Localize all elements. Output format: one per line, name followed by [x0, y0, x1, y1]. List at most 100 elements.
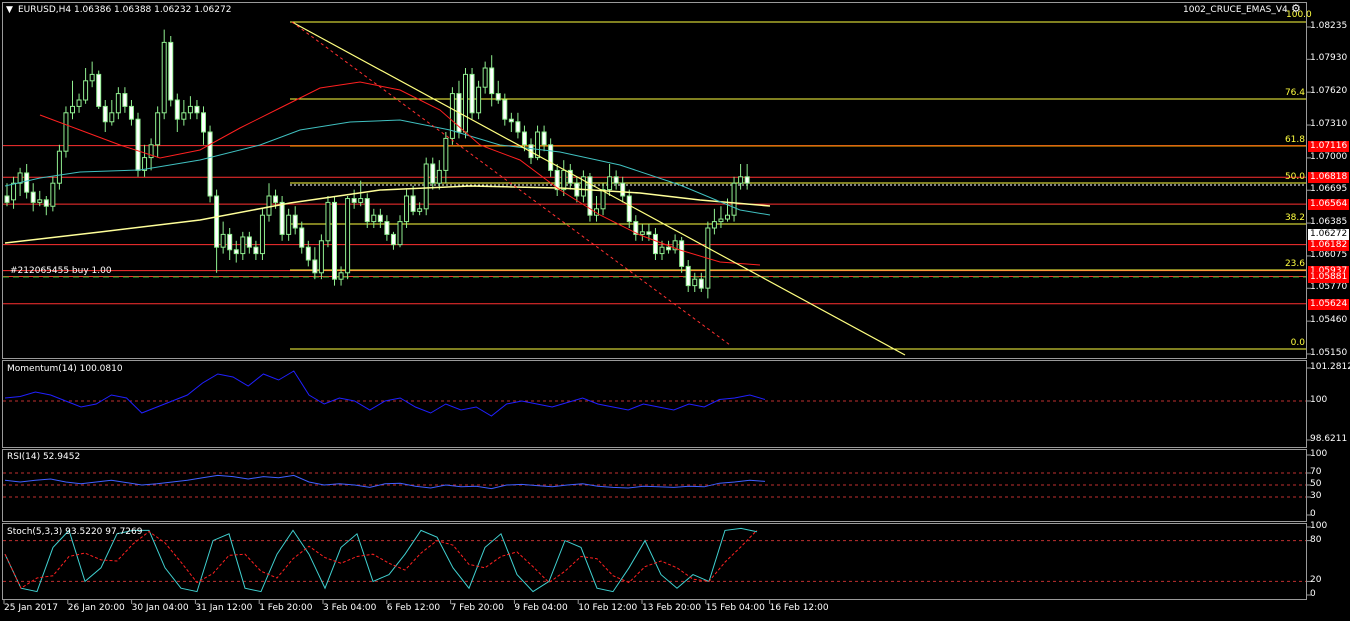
candle-body [463, 73, 468, 133]
candle-body [4, 195, 10, 203]
time-axis-label: 7 Feb 20:00 [450, 603, 504, 613]
indicator-axis-label: 80 [1310, 534, 1322, 545]
momentum-line [4, 370, 766, 417]
chart-canvas [3, 21, 1311, 604]
fib-level-label: 38.2 [1284, 213, 1305, 223]
candle-body [404, 195, 410, 223]
candle-body [161, 41, 167, 114]
indicator-axis-label: 100 [1310, 449, 1328, 459]
candle-body [384, 221, 390, 235]
candle-body [37, 199, 43, 203]
candle-body [417, 208, 423, 212]
time-axis-label: 15 Feb 04:00 [705, 603, 765, 613]
candle-body [83, 80, 89, 101]
candle-body [397, 221, 403, 246]
fib-level-label: 50.0 [1284, 172, 1305, 182]
indicator-axis-label: 0 [1310, 589, 1316, 599]
candle-body [377, 214, 383, 223]
candle-body [430, 163, 436, 184]
candle-body [70, 105, 75, 114]
candle-body [685, 265, 691, 287]
candle-body [364, 198, 370, 223]
trendline-main [291, 21, 906, 356]
candle-body [725, 214, 730, 220]
candle-body [620, 182, 626, 197]
candle-body [312, 259, 318, 274]
candle-body [476, 86, 482, 114]
candle-body [698, 278, 704, 289]
indicator-axis-label: 101.2812 [1310, 362, 1350, 372]
candle-body [63, 112, 69, 152]
settings-icon[interactable]: ⚙ [1291, 3, 1301, 14]
symbol-dropdown-icon[interactable]: ▼ [6, 5, 13, 16]
time-axis-label: 30 Jan 04:00 [131, 603, 189, 613]
candle-body [666, 246, 672, 251]
candle-body [692, 278, 698, 287]
candle-body [24, 172, 30, 193]
candle-body [96, 73, 102, 107]
indicator-axis-label: 100 [1310, 395, 1328, 405]
candle-body [266, 195, 272, 216]
candle-body [142, 157, 148, 171]
candle-body [390, 233, 396, 246]
candle-body [50, 182, 56, 207]
candle-body [240, 236, 246, 255]
candle-body [338, 272, 344, 280]
candle-body [246, 236, 252, 248]
candle-body [76, 99, 82, 107]
candle-body [607, 176, 613, 191]
candle-body [273, 195, 279, 203]
candle-body [449, 93, 455, 139]
candle-body [626, 195, 632, 223]
candle-body [351, 198, 357, 203]
time-axis-label: 26 Jan 20:00 [67, 603, 125, 613]
candle-body [489, 67, 495, 95]
candle-body [318, 240, 324, 274]
candle-body [220, 233, 226, 248]
candle-body [325, 201, 331, 242]
candle-body [548, 144, 554, 171]
indicator-axis-label: 98.6211 [1310, 434, 1348, 444]
candle-body [286, 214, 292, 235]
price-axis-label: 1.05770 [1310, 282, 1348, 293]
red-price-tag: 1.06818 [1308, 172, 1349, 184]
time-axis-label: 1 Feb 20:00 [259, 603, 313, 613]
momentum-label: Momentum(14) 100.0810 [7, 364, 123, 374]
candle-body [718, 218, 724, 223]
candle-body [345, 198, 351, 274]
time-axis-label: 3 Feb 04:00 [323, 603, 377, 613]
candle-body [639, 231, 645, 235]
candle-body [194, 105, 200, 114]
candle-body [731, 182, 737, 216]
candle-body [423, 163, 429, 210]
indicator-axis-label: 70 [1310, 467, 1322, 477]
candle-body [128, 105, 134, 120]
candle-body [652, 233, 658, 255]
red-price-tag: 1.06182 [1308, 239, 1349, 251]
rsi-label: RSI(14) 52.9452 [7, 452, 81, 462]
time-axis-label: 31 Jan 12:00 [195, 603, 253, 613]
fib-level-label: 0.0 [1290, 338, 1305, 348]
fib-level-label: 23.6 [1284, 259, 1305, 269]
price-axis-label: 1.05150 [1310, 348, 1348, 358]
candle-body [711, 221, 717, 229]
candle-body [299, 227, 305, 248]
candle-body [744, 176, 750, 184]
candle-body [214, 195, 220, 248]
candle-body [679, 240, 685, 267]
price-axis-label: 1.06075 [1310, 249, 1348, 260]
stoch-signal-line [4, 529, 758, 589]
candle-body [600, 189, 606, 210]
time-axis-label: 10 Feb 12:00 [578, 603, 638, 613]
candle-body [122, 93, 128, 107]
candle-body [227, 233, 233, 251]
fib-level-label: 76.4 [1284, 88, 1305, 98]
candle-body [253, 246, 259, 255]
candle-body [541, 131, 547, 146]
price-axis-label: 1.07620 [1310, 86, 1348, 97]
current-price-tag: 1.06272 [1308, 229, 1349, 241]
candle-body [371, 214, 377, 223]
candle-body [30, 191, 36, 203]
order-label: #212065455 buy 1.00 [10, 266, 112, 276]
price-axis-label: 1.06695 [1310, 184, 1348, 195]
